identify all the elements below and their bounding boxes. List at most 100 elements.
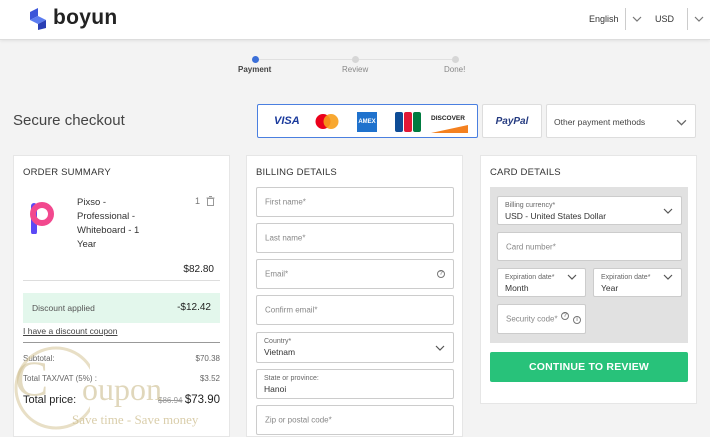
email-field[interactable]: Email* ? xyxy=(256,259,454,289)
subtotal-value: $70.38 xyxy=(195,354,220,363)
product-name-line: Pixso - xyxy=(77,197,107,208)
expiration-year-label: Expiration date* xyxy=(601,274,651,281)
checkout-steps: Payment Review Done! xyxy=(238,56,466,80)
product-price: $82.80 xyxy=(183,264,214,275)
language-value: English xyxy=(589,14,619,24)
trash-icon[interactable] xyxy=(206,196,215,206)
brand-logo[interactable]: boyun xyxy=(28,6,118,30)
continue-to-review-label: CONTINUE TO REVIEW xyxy=(528,361,650,373)
help-icon[interactable]: ? xyxy=(437,270,445,278)
help-icon[interactable]: ? xyxy=(561,312,569,320)
billing-currency-value: USD - United States Dollar xyxy=(505,211,607,221)
billing-currency-select[interactable]: Billing currency* USD - United States Do… xyxy=(497,196,682,225)
order-summary-title: ORDER SUMMARY xyxy=(23,167,111,178)
email-placeholder: Email* xyxy=(265,269,289,279)
currency-value: USD xyxy=(655,14,675,24)
total-old-price: $86.94 xyxy=(158,396,183,405)
step-dot-payment xyxy=(252,56,259,63)
product-quantity: 1 xyxy=(195,196,201,206)
card-details-panel: CARD DETAILS Billing currency* USD - Uni… xyxy=(480,155,697,404)
card-number-placeholder: Card number* xyxy=(506,242,556,251)
billing-details-panel: BILLING DETAILS First name* Last name* E… xyxy=(246,155,463,437)
other-payment-label: Other payment methods xyxy=(554,117,646,127)
mastercard-logo xyxy=(315,114,339,129)
total-price-value: $73.90 xyxy=(184,394,220,406)
card-number-field[interactable]: Card number* xyxy=(497,232,682,261)
visa-logo: VISA xyxy=(274,115,300,127)
chevron-down-icon xyxy=(663,208,673,214)
info-icon[interactable]: i xyxy=(573,316,581,324)
brand-name: boyun xyxy=(53,6,118,29)
jcb-logo xyxy=(395,112,421,132)
confirm-email-field[interactable]: Confirm email* xyxy=(256,295,454,325)
expiration-year-select[interactable]: Expiration date* Year xyxy=(593,268,682,297)
subtotal-label: Subtotal: xyxy=(23,354,55,363)
card-form-area: Billing currency* USD - United States Do… xyxy=(490,187,688,343)
discount-value: -$12.42 xyxy=(177,302,211,313)
chevron-down-icon xyxy=(567,274,577,280)
chevron-down-icon xyxy=(435,345,445,351)
pixso-product-logo xyxy=(30,202,54,234)
discover-logo-text: DISCOVER xyxy=(431,115,465,122)
confirm-email-placeholder: Confirm email* xyxy=(265,305,318,315)
divider xyxy=(23,280,220,281)
other-payment-methods-select[interactable]: Other payment methods xyxy=(546,104,696,138)
billing-details-title: BILLING DETAILS xyxy=(256,167,337,178)
discover-logo: DISCOVER xyxy=(431,113,468,133)
chevron-down-icon xyxy=(694,16,704,22)
state-field[interactable]: State or province: Hanoi xyxy=(256,369,454,399)
amex-logo-text: AMEX xyxy=(358,119,376,125)
language-select[interactable]: English xyxy=(589,8,642,30)
product-name-line: Whiteboard - 1 xyxy=(77,225,140,236)
currency-select[interactable]: USD xyxy=(655,8,704,30)
country-label: Country* xyxy=(264,338,292,345)
product-name-line: Professional - xyxy=(77,211,136,222)
step-dot-review xyxy=(352,56,359,63)
order-summary-panel: ORDER SUMMARY Pixso - Professional - Whi… xyxy=(13,155,230,437)
last-name-field[interactable]: Last name* xyxy=(256,223,454,253)
country-select[interactable]: Country* Vietnam xyxy=(256,332,454,363)
total-price-label: Total price: xyxy=(23,394,77,406)
continue-to-review-button[interactable]: CONTINUE TO REVIEW xyxy=(490,352,688,382)
discount-applied-row: Discount applied -$12.42 xyxy=(23,293,220,323)
divider xyxy=(23,342,220,343)
expiration-year-value: Year xyxy=(601,283,619,293)
card-details-title: CARD DETAILS xyxy=(490,167,561,178)
discount-coupon-link[interactable]: I have a discount coupon xyxy=(23,326,118,336)
divider xyxy=(687,8,689,30)
step-label-review: Review xyxy=(342,65,369,74)
first-name-placeholder: First name* xyxy=(265,197,306,207)
billing-currency-label: Billing currency* xyxy=(505,202,556,209)
expiration-month-select[interactable]: Expiration date* Month xyxy=(497,268,586,297)
amex-logo: AMEX xyxy=(357,112,377,132)
security-code-placeholder: Security code* xyxy=(506,314,558,324)
expiration-month-value: Month xyxy=(505,283,529,293)
state-label: State or province: xyxy=(264,375,319,382)
chevron-down-icon xyxy=(676,119,687,126)
tax-label: Total TAX/VAT (5%) : xyxy=(23,374,97,383)
discount-label: Discount applied xyxy=(32,303,95,313)
country-value: Vietnam xyxy=(264,347,296,357)
boyun-logo-icon xyxy=(30,8,46,30)
paypal-logo: PayPal xyxy=(495,115,529,127)
paypal-payment-option[interactable]: PayPal xyxy=(482,104,542,138)
chevron-down-icon xyxy=(632,16,641,22)
state-value: Hanoi xyxy=(264,384,287,394)
first-name-field[interactable]: First name* xyxy=(256,187,454,217)
last-name-placeholder: Last name* xyxy=(265,233,306,243)
page-title: Secure checkout xyxy=(13,112,125,129)
step-label-done: Done! xyxy=(444,65,466,74)
chevron-down-icon xyxy=(663,274,673,280)
product-name: Pixso - Professional - Whiteboard - 1 Ye… xyxy=(77,196,139,252)
step-dot-done xyxy=(452,56,459,63)
step-label-payment: Payment xyxy=(238,65,272,74)
zip-placeholder: Zip or postal code* xyxy=(265,415,332,425)
card-payment-option[interactable]: VISA AMEX DISCOVER xyxy=(257,104,478,138)
expiration-month-label: Expiration date* xyxy=(505,274,555,281)
product-name-line: Year xyxy=(77,239,97,250)
tax-value: $3.52 xyxy=(199,374,220,383)
top-header: boyun English USD xyxy=(0,0,710,40)
divider xyxy=(624,8,626,30)
security-code-field[interactable]: Security code* ? i xyxy=(497,304,586,334)
zip-field[interactable]: Zip or postal code* xyxy=(256,405,454,435)
